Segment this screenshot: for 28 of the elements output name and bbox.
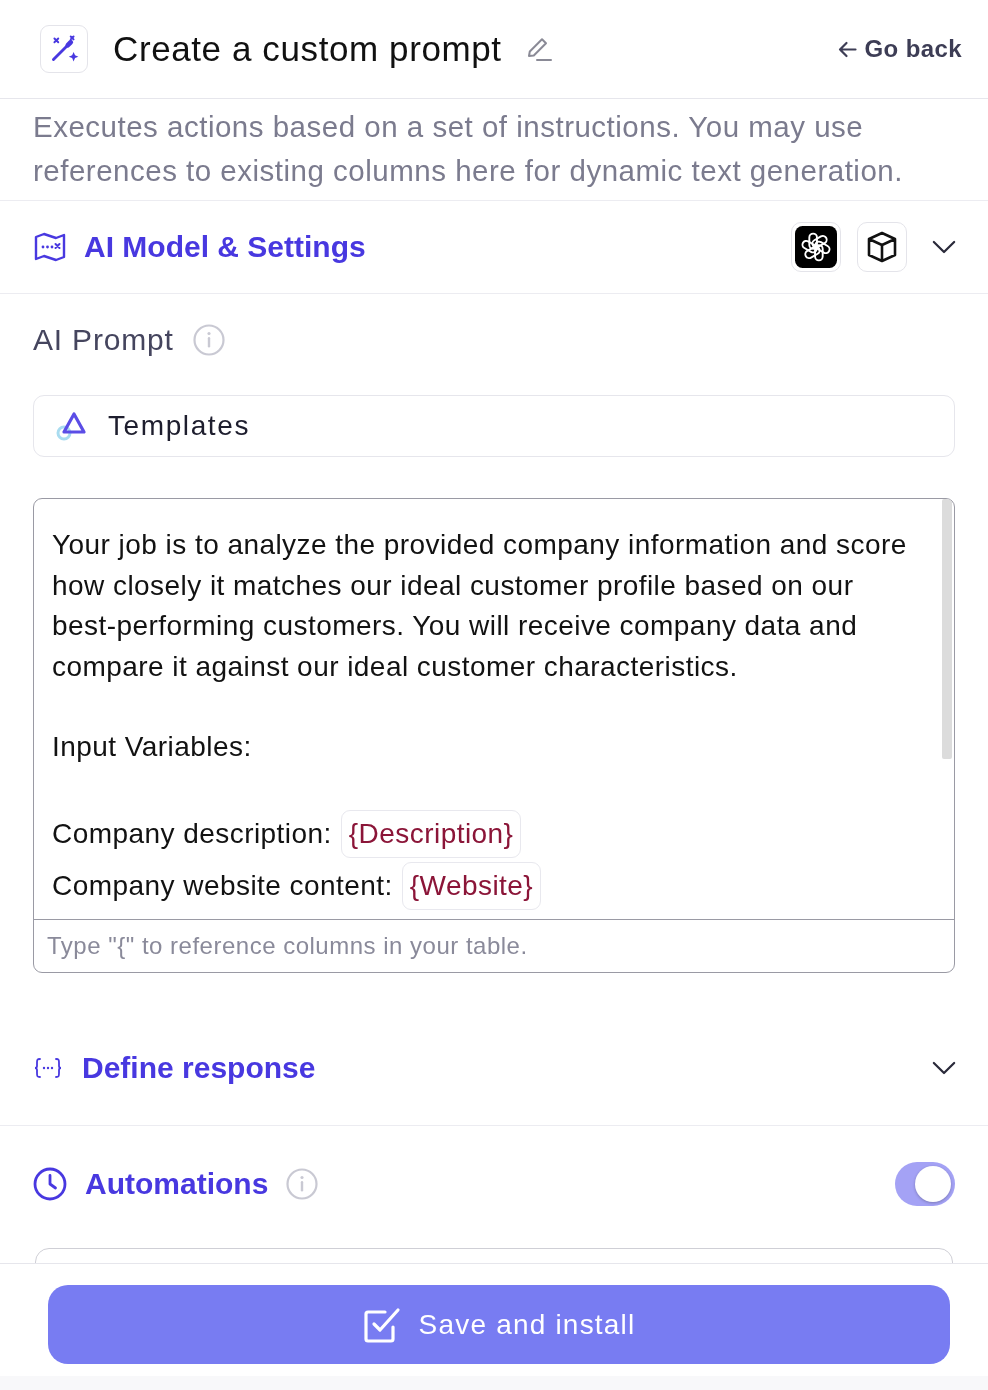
templates-button[interactable]: Templates — [33, 395, 955, 457]
wand-icon — [40, 25, 88, 73]
triangle-icon — [56, 411, 88, 441]
section-title[interactable]: AI Model & Settings — [84, 230, 366, 264]
clock-icon — [33, 1167, 67, 1201]
prompt-text: Your job is to analyze the provided company information and score how closely it matches our ideal customer profile based on our best-performing customers. You will receive company data and compare it against our ideal customer characteristics. — [52, 528, 908, 684]
cube-icon[interactable] — [857, 222, 907, 272]
map-icon — [34, 232, 66, 262]
page-title: Create a custom prompt — [113, 29, 502, 69]
description-text: Executes actions based on a set of instructions. You may use references to existing columns here for dynamic text generation. — [0, 99, 988, 201]
section-title: Automations — [85, 1167, 269, 1201]
section-title[interactable]: Define response — [82, 1051, 316, 1085]
field-label: AI Prompt — [33, 323, 174, 357]
variable-label: Company description: — [52, 817, 332, 850]
variable-tag[interactable]: {Website} — [401, 861, 542, 910]
knot-logo-icon[interactable] — [791, 222, 841, 272]
variable-tag[interactable]: {Description} — [340, 809, 522, 858]
variable-label: Company website content: — [52, 869, 393, 902]
go-back-link[interactable]: Go back — [837, 35, 962, 63]
checkbox-icon — [362, 1305, 401, 1344]
chevron-icon[interactable] — [932, 240, 956, 254]
toggle-switch[interactable] — [895, 1162, 955, 1206]
prompt-text: Input Variables: — [52, 730, 253, 764]
arrow-left-icon — [837, 40, 857, 58]
scrollbar-thumb[interactable] — [942, 499, 952, 759]
save-and-install-button[interactable]: Save and install — [48, 1285, 950, 1364]
chevron-icon[interactable] — [932, 1061, 956, 1075]
braces-icon — [34, 1057, 62, 1079]
